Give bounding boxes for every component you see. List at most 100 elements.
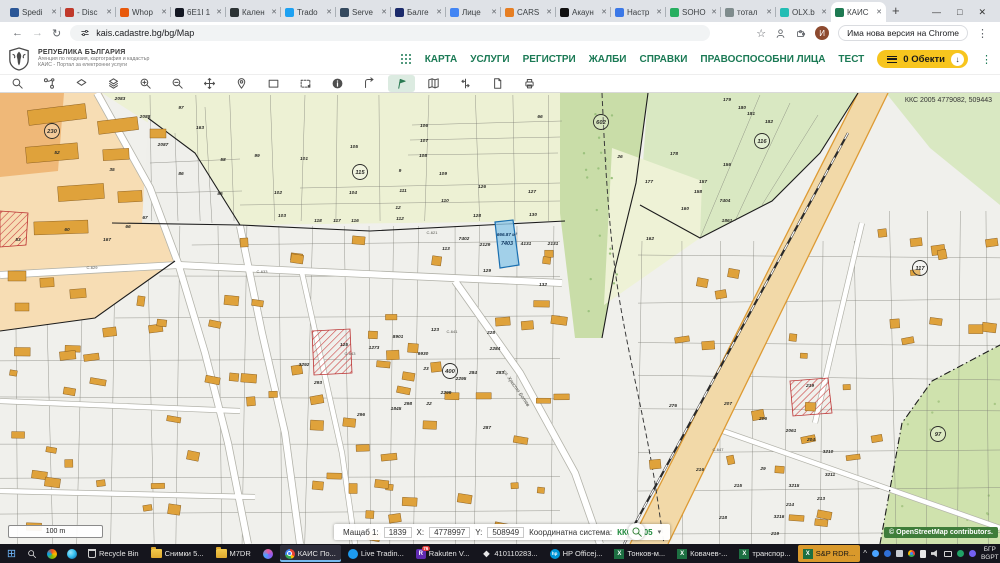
location-tool[interactable] — [228, 75, 255, 92]
map-canvas[interactable]: С-629С-633С-621С-641С-643С-647 230115602… — [0, 93, 1000, 544]
url-box[interactable]: kais.cadastre.bg/bg/Map — [70, 25, 710, 41]
clipboard-icon[interactable] — [896, 550, 903, 557]
browser-tab-Балге[interactable]: Балге✕ — [391, 2, 446, 22]
browser-tab-SOHO[interactable]: SOHO✕ — [666, 2, 721, 22]
document-icon[interactable] — [920, 550, 926, 558]
taskbar-item-транспор...[interactable]: Xтранспор... — [734, 545, 795, 562]
back-icon[interactable]: ← — [12, 27, 23, 39]
tab-close-icon[interactable]: ✕ — [271, 8, 277, 16]
minimize-icon[interactable]: — — [932, 7, 941, 18]
zoom-out-tool[interactable] — [164, 75, 191, 92]
tab-close-icon[interactable]: ✕ — [491, 8, 497, 16]
header-kebab-icon[interactable]: ⋮ — [981, 53, 992, 66]
maximize-icon[interactable]: □ — [957, 7, 962, 18]
tab-close-icon[interactable]: ✕ — [436, 8, 442, 16]
taskbar-item-S&P RDR...[interactable]: XS&P RDR... — [798, 545, 860, 562]
osm-attribution[interactable]: © OpenStreetMap contributors. — [884, 527, 998, 538]
tab-close-icon[interactable]: ✕ — [766, 8, 772, 16]
tab-close-icon[interactable]: ✕ — [51, 8, 57, 16]
layer-tool[interactable] — [68, 75, 95, 92]
info-tool[interactable] — [324, 75, 351, 92]
profile-add-icon[interactable] — [777, 29, 784, 37]
new-tab-button[interactable]: + — [892, 3, 900, 18]
edge-icon[interactable] — [63, 545, 80, 562]
scale-value[interactable]: 1839 — [384, 527, 412, 538]
network-icon[interactable] — [944, 551, 952, 557]
browser-tab-CARS[interactable]: CARS✕ — [501, 2, 556, 22]
document-tool[interactable] — [484, 75, 511, 92]
taskbar-item-КАИС По...[interactable]: КАИС По... — [280, 545, 341, 562]
language-indicator[interactable]: БГРBGPT — [981, 546, 999, 562]
print-tool[interactable] — [516, 75, 543, 92]
taskbar-item-M7DR[interactable]: M7DR — [211, 545, 256, 562]
split-tool[interactable] — [452, 75, 479, 92]
zoom-in-tool[interactable] — [132, 75, 159, 92]
browser-tab-тотал[interactable]: тотал✕ — [721, 2, 776, 22]
measure-tool[interactable] — [388, 75, 415, 92]
tab-close-icon[interactable]: ✕ — [161, 8, 167, 16]
browser-tab-Whop[interactable]: Whop✕ — [116, 2, 171, 22]
browser-tab-Настр[interactable]: Настр✕ — [611, 2, 666, 22]
taskbar-search-icon[interactable] — [23, 545, 40, 562]
chrome-icon[interactable] — [908, 550, 915, 557]
taskbar-item-Live Tradin...[interactable]: Live Tradin... — [343, 545, 409, 562]
browser-tab-КАИС[interactable]: КАИС✕ — [831, 2, 886, 22]
overview-map-tool[interactable] — [420, 75, 447, 92]
browser-tab-Кален[interactable]: Кален✕ — [226, 2, 281, 22]
y-value[interactable]: 508949 — [487, 527, 524, 538]
browser-tab-Акаун[interactable]: Акаун✕ — [556, 2, 611, 22]
nav-item-5[interactable]: ПРАВОСПОСОБНИ ЛИЦА — [700, 54, 825, 65]
nav-item-1[interactable]: УСЛУГИ — [470, 54, 509, 65]
tab-close-icon[interactable]: ✕ — [546, 8, 552, 16]
tab-close-icon[interactable]: ✕ — [106, 8, 112, 16]
tab-close-icon[interactable]: ✕ — [381, 8, 387, 16]
pan-tool[interactable] — [196, 75, 223, 92]
x-value[interactable]: 4778997 — [429, 527, 470, 538]
nav-item-6[interactable]: ТЕСТ — [838, 54, 864, 65]
select-area-tool[interactable] — [292, 75, 319, 92]
search-tool[interactable] — [4, 75, 31, 92]
route-tool[interactable] — [36, 75, 63, 92]
layers-tool[interactable] — [100, 75, 127, 92]
tab-close-icon[interactable]: ✕ — [656, 8, 662, 16]
extensions-icon[interactable] — [798, 30, 805, 36]
start-icon[interactable]: ⊞ — [3, 545, 20, 562]
reload-icon[interactable]: ↻ — [52, 27, 61, 40]
browser-tab-Лице[interactable]: Лице✕ — [446, 2, 501, 22]
apps-grid-icon[interactable] — [401, 54, 412, 65]
excel-tray-icon[interactable] — [957, 550, 964, 557]
taskbar-item-Rakuten V...[interactable]: R76Rakuten V... — [411, 545, 475, 562]
tab-close-icon[interactable]: ✕ — [821, 8, 827, 16]
back-extent-tool[interactable] — [356, 75, 383, 92]
nav-item-2[interactable]: РЕГИСТРИ — [523, 54, 576, 65]
kebab-menu-icon[interactable]: ⋮ — [977, 27, 988, 40]
taskbar-item-Recycle Bin[interactable]: Recycle Bin — [83, 545, 144, 562]
browser-tab-6E1I 1[interactable]: 6E1I 1✕ — [171, 2, 226, 22]
taskbar-item-410110283...[interactable]: ◆410110283... — [476, 545, 542, 562]
chrome-update-chip[interactable]: Има нова версия на Chrome — [838, 25, 968, 41]
browser-tab-Trado[interactable]: Trado✕ — [281, 2, 336, 22]
tab-close-icon[interactable]: ✕ — [876, 8, 882, 16]
bluetooth-icon[interactable] — [884, 550, 891, 557]
select-rect-tool[interactable] — [260, 75, 287, 92]
tab-close-icon[interactable]: ✕ — [601, 8, 607, 16]
tab-close-icon[interactable]: ✕ — [711, 8, 717, 16]
nav-item-3[interactable]: ЖАЛБИ — [589, 54, 627, 65]
taskbar-item-HP Officej...[interactable]: hpHP Officej... — [545, 545, 608, 562]
map-container[interactable]: С-629С-633С-621С-641С-643С-647 230115602… — [0, 93, 1000, 544]
nav-item-0[interactable]: КАРТА — [425, 54, 458, 65]
taskbar-item-app-3[interactable] — [258, 545, 278, 562]
volume-icon[interactable] — [931, 550, 939, 557]
copilot-icon[interactable] — [43, 545, 60, 562]
browser-tab-Spedi[interactable]: Spedi✕ — [6, 2, 61, 22]
viber-icon[interactable] — [969, 550, 976, 557]
taskbar-item-Снимки 5...[interactable]: Снимки 5... — [146, 545, 209, 562]
site-settings-icon[interactable] — [82, 30, 89, 35]
objects-button[interactable]: 0 Обекти ↓ — [877, 50, 968, 68]
browser-tab-- Disc[interactable]: - Disc✕ — [61, 2, 116, 22]
taskbar-item-Ковачев-...[interactable]: XКовачев-... — [672, 545, 732, 562]
map-search-button[interactable] — [628, 523, 645, 540]
tab-close-icon[interactable]: ✕ — [326, 8, 332, 16]
teams-icon[interactable] — [872, 550, 879, 557]
taskbar-item-Тонков-м...[interactable]: XТонков-м... — [609, 545, 670, 562]
